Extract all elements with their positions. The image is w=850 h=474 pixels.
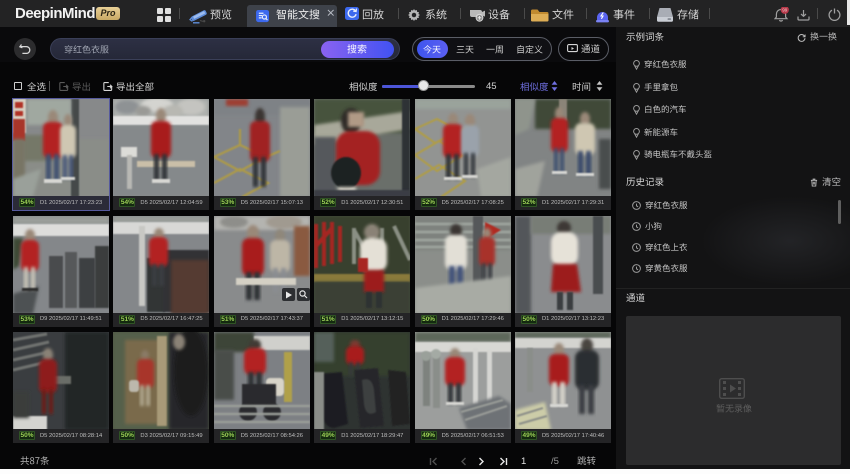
svg-text:99: 99: [782, 8, 788, 13]
